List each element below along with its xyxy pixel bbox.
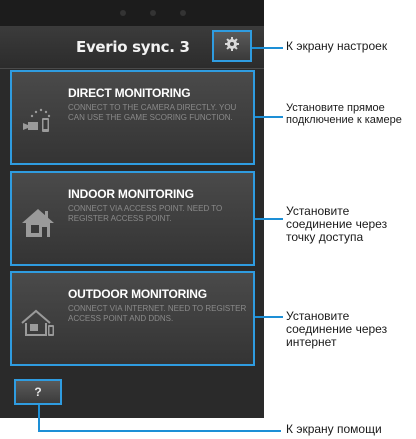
leader-line [38, 405, 40, 432]
card-title: INDOOR MONITORING [68, 187, 194, 201]
card-description: CONNECT VIA INTERNET. NEED TO REGISTER A… [68, 304, 247, 323]
card-title: OUTDOOR MONITORING [68, 287, 207, 301]
indoor-monitoring-button[interactable]: INDOOR MONITORING CONNECT VIA ACCESS POI… [10, 171, 255, 266]
leader-line [255, 316, 283, 318]
card-title: DIRECT MONITORING [68, 86, 191, 100]
settings-annotation: К экрану настроек [286, 39, 388, 53]
card-description: CONNECT TO THE CAMERA DIRECTLY. YOU CAN … [68, 103, 237, 122]
indoor-annotation: Установите соединение через точку доступ… [286, 204, 388, 244]
status-icon [150, 10, 156, 16]
direct-monitoring-button[interactable]: DIRECT MONITORING CONNECT TO THE CAMERA … [10, 70, 255, 165]
house-icon [18, 205, 58, 241]
direct-annotation: Установите прямое подключение к камере [286, 102, 402, 126]
leader-line [38, 430, 281, 432]
help-button[interactable]: ? [14, 379, 62, 405]
status-icon [120, 10, 126, 16]
house-internet-icon [18, 305, 58, 341]
leader-line [255, 116, 283, 118]
status-icon [180, 10, 186, 16]
app-header: Everio sync. 3 [0, 26, 264, 69]
outdoor-annotation: Установите соединение через интернет [286, 309, 388, 349]
status-bar [0, 0, 264, 26]
direct-camera-icon [18, 104, 58, 140]
leader-line [255, 218, 283, 220]
leader-line [252, 47, 283, 49]
app-title: Everio sync. 3 [76, 38, 190, 56]
help-annotation: К экрану помощи [286, 422, 382, 436]
settings-button[interactable] [212, 30, 252, 62]
outdoor-monitoring-button[interactable]: OUTDOOR MONITORING CONNECT VIA INTERNET.… [10, 271, 255, 366]
gear-icon [224, 36, 240, 57]
app-screen: Everio sync. 3 DIRECT MONITORING CONNECT… [0, 0, 264, 418]
card-description: CONNECT VIA ACCESS POINT. NEED TO REGIST… [68, 204, 223, 223]
